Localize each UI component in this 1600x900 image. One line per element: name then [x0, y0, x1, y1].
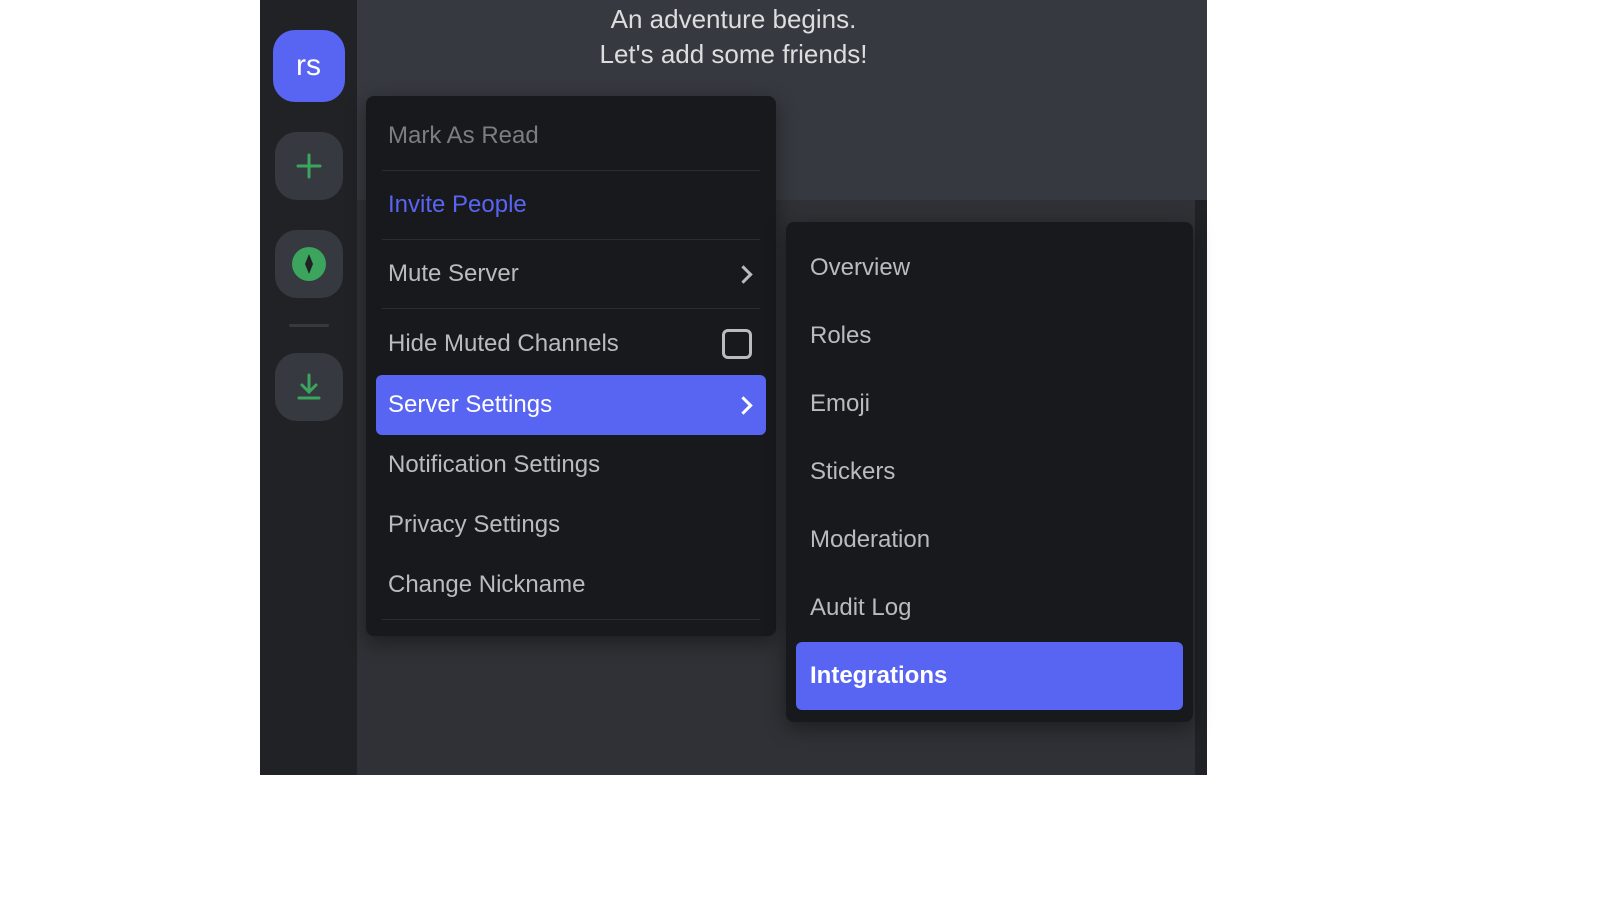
- menu-separator: [382, 619, 760, 620]
- discord-window: An adventure begins. Let's add some frie…: [260, 0, 1207, 775]
- submenu-label: Emoji: [810, 390, 870, 417]
- server-initials: rs: [296, 49, 321, 83]
- menu-privacy-settings[interactable]: Privacy Settings: [376, 495, 766, 555]
- submenu-label: Audit Log: [810, 594, 911, 621]
- submenu-emoji[interactable]: Emoji: [796, 370, 1183, 438]
- menu-label: Mute Server: [388, 260, 519, 288]
- submenu-label: Moderation: [810, 526, 930, 553]
- submenu-label: Overview: [810, 254, 910, 281]
- plus-icon: [293, 150, 325, 182]
- server-settings-submenu: Overview Roles Emoji Stickers Moderation…: [786, 222, 1193, 722]
- banner-line-2: Let's add some friends!: [600, 39, 868, 69]
- chevron-right-icon: [734, 396, 752, 414]
- submenu-roles[interactable]: Roles: [796, 302, 1183, 370]
- menu-server-settings[interactable]: Server Settings: [376, 375, 766, 435]
- add-server-button[interactable]: [275, 132, 343, 200]
- submenu-label: Roles: [810, 322, 871, 349]
- banner-line-1: An adventure begins.: [611, 4, 857, 34]
- checkbox-unchecked-icon[interactable]: [722, 329, 752, 359]
- menu-label: Privacy Settings: [388, 511, 560, 539]
- menu-invite-people[interactable]: Invite People: [376, 175, 766, 235]
- submenu-label: Stickers: [810, 458, 895, 485]
- compass-icon: [291, 246, 327, 282]
- download-apps-button[interactable]: [275, 353, 343, 421]
- menu-separator: [382, 170, 760, 171]
- welcome-banner-text: An adventure begins. Let's add some frie…: [260, 0, 1207, 72]
- server-avatar[interactable]: rs: [273, 30, 345, 102]
- menu-label: Mark As Read: [388, 122, 539, 150]
- download-icon: [293, 371, 325, 403]
- chevron-right-icon: [734, 265, 752, 283]
- submenu-stickers[interactable]: Stickers: [796, 438, 1183, 506]
- menu-label: Change Nickname: [388, 571, 585, 599]
- menu-notification-settings[interactable]: Notification Settings: [376, 435, 766, 495]
- submenu-audit-log[interactable]: Audit Log: [796, 574, 1183, 642]
- menu-mute-server[interactable]: Mute Server: [376, 244, 766, 304]
- submenu-overview[interactable]: Overview: [796, 234, 1183, 302]
- menu-label: Notification Settings: [388, 451, 600, 479]
- menu-label: Hide Muted Channels: [388, 330, 619, 358]
- submenu-moderation[interactable]: Moderation: [796, 506, 1183, 574]
- server-rail: rs: [260, 0, 357, 775]
- menu-mark-as-read[interactable]: Mark As Read: [376, 106, 766, 166]
- submenu-label: Integrations: [810, 662, 947, 689]
- menu-change-nickname[interactable]: Change Nickname: [376, 555, 766, 615]
- server-context-menu: Mark As Read Invite People Mute Server H…: [366, 96, 776, 636]
- menu-separator: [382, 239, 760, 240]
- menu-separator: [382, 308, 760, 309]
- menu-hide-muted-channels[interactable]: Hide Muted Channels: [376, 313, 766, 375]
- rail-divider: [289, 324, 329, 327]
- explore-servers-button[interactable]: [275, 230, 343, 298]
- menu-label: Server Settings: [388, 391, 552, 419]
- menu-label: Invite People: [388, 191, 527, 219]
- submenu-integrations[interactable]: Integrations: [796, 642, 1183, 710]
